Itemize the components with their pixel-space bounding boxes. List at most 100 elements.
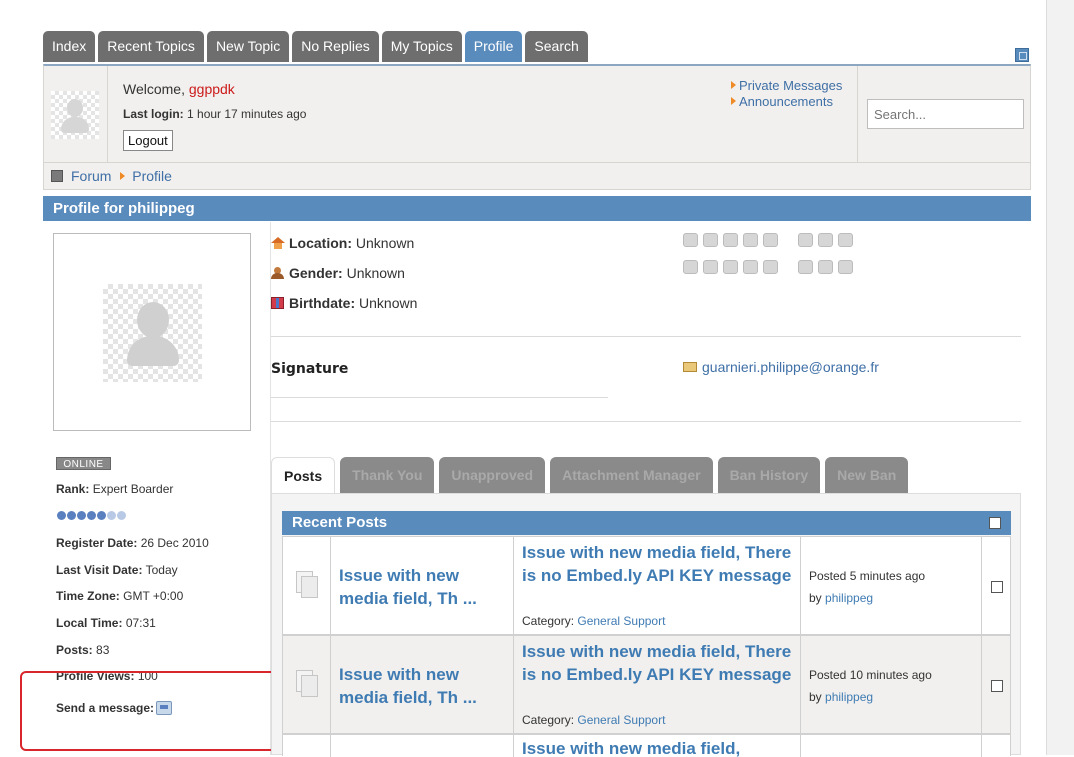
row-checkbox[interactable]	[991, 680, 1003, 692]
tab-ban-history[interactable]: Ban History	[717, 457, 821, 493]
linkedin-icon[interactable]	[743, 233, 758, 247]
email-link[interactable]: guarnieri.philippe@orange.fr	[683, 359, 879, 375]
topic-cell: Issue with new media field, Th ...	[331, 636, 514, 733]
tab-search[interactable]: Search	[525, 31, 588, 62]
announcements-link[interactable]: Announcements	[731, 94, 842, 109]
gift-icon	[271, 297, 284, 309]
avatar[interactable]	[51, 91, 99, 139]
topic-link[interactable]: Issue with new media field, Th ...	[339, 564, 509, 610]
rank-label: Rank:	[56, 482, 90, 496]
home-square-icon	[51, 170, 63, 182]
document-icon	[296, 670, 318, 697]
row-checkbox[interactable]	[991, 581, 1003, 593]
tab-recent-topics[interactable]: Recent Topics	[98, 31, 204, 62]
subject-cell: Issue with new media field, There is no …	[514, 636, 801, 733]
category: Category: General Support	[522, 614, 665, 628]
by-label: by	[809, 591, 822, 605]
breadcrumb-trail: Forum Profile	[71, 168, 172, 184]
subject-link[interactable]: Issue with new media field, There is no …	[522, 640, 802, 686]
tab-new-ban[interactable]: New Ban	[825, 457, 909, 493]
facebook-icon[interactable]	[703, 233, 718, 247]
select-all-checkbox[interactable]	[989, 517, 1001, 529]
subject-link[interactable]: Issue with new media field,	[522, 737, 800, 757]
mail-icon	[683, 362, 697, 372]
twitter-icon[interactable]	[683, 233, 698, 247]
user-header: Welcome, ggppdk Last login: 1 hour 17 mi…	[43, 64, 1031, 163]
tab-unapproved[interactable]: Unapproved	[439, 457, 546, 493]
rank-dot	[77, 511, 86, 520]
aim-icon[interactable]	[703, 260, 718, 274]
person-icon	[271, 267, 284, 279]
username-link[interactable]: ggppdk	[189, 81, 235, 97]
header-search-cell	[857, 66, 1031, 163]
skype-icon[interactable]	[763, 233, 778, 247]
table-row: Issue with new media field, Th ... Issue…	[282, 536, 1011, 635]
local-time-value: 07:31	[125, 616, 156, 630]
flickr-icon[interactable]	[818, 260, 833, 274]
rank-value: Expert Boarder	[92, 482, 174, 496]
collapse-icon[interactable]	[1015, 48, 1029, 62]
highlight-frame	[20, 671, 277, 751]
icq-icon[interactable]	[723, 260, 738, 274]
private-messages-link[interactable]: Private Messages	[731, 78, 842, 93]
gender-label: Gender:	[289, 265, 343, 281]
post-icon-cell	[283, 537, 331, 634]
breadcrumb-forum[interactable]: Forum	[71, 168, 111, 184]
header-links: Private Messages Announcements	[731, 78, 842, 110]
msn-icon[interactable]	[743, 260, 758, 274]
rank: Rank: Expert Boarder	[56, 482, 173, 496]
tab-thank-you[interactable]: Thank You	[340, 457, 435, 493]
checkbox-cell	[982, 537, 1010, 634]
author-link[interactable]: philippeg	[825, 591, 873, 605]
location: Location: Unknown	[271, 235, 414, 251]
posted-time: Posted 10 minutes ago	[809, 668, 932, 682]
arrow-right-icon	[731, 81, 736, 89]
tab-no-replies[interactable]: No Replies	[292, 31, 379, 62]
posted-cell: Posted 10 minutes ago by philippeg	[801, 636, 982, 733]
tab-attachment-manager[interactable]: Attachment Manager	[550, 457, 713, 493]
category-link[interactable]: General Support	[577, 713, 665, 727]
local-time-label: Local Time:	[56, 616, 123, 630]
document-icon	[296, 571, 318, 598]
myspace-icon[interactable]	[723, 233, 738, 247]
tab-index[interactable]: Index	[43, 31, 96, 62]
tab-my-topics[interactable]: My Topics	[381, 31, 462, 62]
last-login-value: 1 hour 17 minutes ago	[187, 107, 307, 121]
author-link[interactable]: philippeg	[825, 690, 873, 704]
checkbox-cell	[982, 636, 1010, 733]
subject-link[interactable]: Issue with new media field, There is no …	[522, 541, 802, 587]
tab-new-topic[interactable]: New Topic	[206, 31, 290, 62]
bebo-icon[interactable]	[838, 260, 853, 274]
category-link[interactable]: General Support	[577, 614, 665, 628]
profile-title-bar: Profile for philippeg	[43, 196, 1031, 221]
logout-button[interactable]: Logout	[123, 130, 173, 151]
yahoo-icon[interactable]	[763, 260, 778, 274]
table-row: Issue with new media field, Th ... Issue…	[282, 635, 1011, 734]
table-row: Issue with new media field,	[282, 734, 1011, 757]
post-icon-cell	[283, 735, 331, 757]
status-badge: ONLINE	[56, 457, 111, 470]
tab-posts[interactable]: Posts	[271, 457, 336, 493]
search-input[interactable]	[867, 99, 1024, 129]
delicious-icon[interactable]	[798, 233, 813, 247]
arrow-right-icon	[120, 172, 126, 180]
private-messages-label: Private Messages	[739, 78, 843, 93]
right-scroll-strip	[1046, 0, 1074, 755]
rank-dot	[57, 511, 66, 520]
rank-dot	[97, 511, 106, 520]
tab-profile[interactable]: Profile	[464, 31, 523, 62]
signature-heading: Signature	[271, 361, 349, 377]
blogger-icon[interactable]	[798, 260, 813, 274]
digg-icon[interactable]	[838, 233, 853, 247]
friendfeed-icon[interactable]	[818, 233, 833, 247]
divider	[271, 421, 1021, 422]
topic-cell	[331, 735, 514, 757]
topic-link[interactable]: Issue with new media field, Th ...	[339, 663, 509, 709]
avatar-placeholder	[103, 284, 202, 382]
house-icon	[271, 237, 285, 249]
last-visit-label: Last Visit Date:	[56, 563, 143, 577]
yim-icon[interactable]	[683, 260, 698, 274]
breadcrumb-profile[interactable]: Profile	[132, 168, 172, 184]
subject-cell: Issue with new media field, There is no …	[514, 537, 801, 634]
birthdate-value: Unknown	[359, 295, 418, 311]
